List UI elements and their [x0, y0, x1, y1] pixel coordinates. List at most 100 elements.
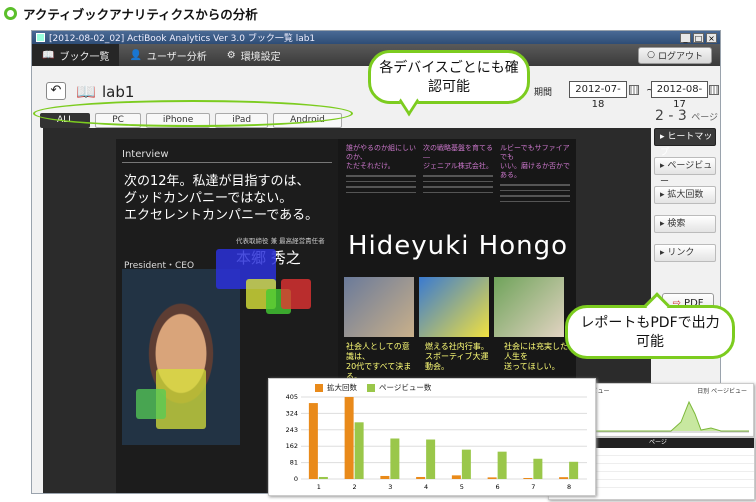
x-tick-label: 6 [496, 483, 500, 491]
heading-text: アクティブックアナリティクスからの分析 [23, 7, 258, 22]
x-tick-label: 1 [317, 483, 321, 491]
bar-zoom [416, 476, 426, 479]
bar-zoom [344, 397, 354, 479]
device-callout: 各デバイスごとにも確 認可能 [368, 50, 530, 104]
pdf-callout: レポートもPDFで出力 可能 [565, 305, 735, 359]
bar-pageview [318, 476, 328, 479]
button-label: リンク [667, 248, 695, 258]
bar-pageview [390, 438, 400, 479]
callout-text: レポートもPDFで出力 可能 [580, 315, 720, 350]
app-icon [36, 33, 45, 42]
tabs-highlight [33, 100, 353, 127]
bar-pageview [569, 461, 579, 479]
x-tick-label: 3 [388, 483, 392, 491]
close-button[interactable]: × [706, 32, 717, 43]
analysis-menu: ▸ ヒートマップ ▸ ページビュー ▸ 拡大回数 ▸ 検索 ▸ リンク [654, 128, 716, 273]
bar-pageview [533, 458, 543, 479]
article-columns: 誰がやるのか組にしいのか、 ただそれだけ。 次の戦略基盤を育てる― ジェニアル株… [346, 144, 571, 224]
user-icon: 👤 [129, 49, 142, 61]
bar-zoom [523, 477, 533, 479]
button-label: 拡大回数 [667, 190, 704, 200]
menu-item-book-list[interactable]: 📖 ブック一覧 [32, 44, 120, 66]
book-icon: 📖 [42, 49, 55, 61]
x-tick-label: 4 [424, 483, 428, 491]
bar-zoom [559, 477, 569, 479]
role-text: 代表取締役 兼 最高経営責任者 [236, 237, 325, 245]
logout-icon: ○ [647, 50, 655, 60]
minimize-button[interactable]: _ [680, 32, 691, 43]
page-unit: ページ [691, 113, 719, 123]
pageview-button[interactable]: ▸ ページビュー [654, 157, 716, 187]
y-tick-label: 162 [286, 442, 298, 450]
menu-item-user-analysis[interactable]: 👤 ユーザー分析 [119, 44, 216, 66]
x-tick-label: 7 [531, 483, 535, 491]
gear-icon: ⚙ [226, 49, 236, 61]
column-heading: 誰がやるのか組にしいのか、 ただそれだけ。 [346, 144, 416, 170]
bar-pageview [497, 451, 507, 479]
bar-zoom [487, 477, 497, 479]
button-label: ヒートマップ [660, 132, 713, 158]
photo [344, 277, 414, 337]
logout-label: ログアウト [657, 51, 703, 62]
heatmap-spot [136, 389, 166, 419]
open-book-icon: 📖 [76, 82, 96, 101]
caption: 社会人としての意識は、 20代ですべて決まる。 [346, 342, 412, 381]
calendar-icon[interactable] [629, 85, 639, 95]
menu-item-settings[interactable]: ⚙ 環境設定 [217, 44, 291, 66]
end-date-field[interactable]: 2012-08-17 [651, 81, 708, 110]
start-date-field[interactable]: 2012-07-18 [569, 81, 627, 110]
button-label: ページビュー [660, 161, 713, 187]
name-english: Hideyuki Hongo [348, 231, 569, 261]
caption: 社会には充実した人生を 送ってほしい。 [504, 342, 568, 371]
menu-item-label: 環境設定 [240, 51, 281, 63]
column: 誰がやるのか組にしいのか、 ただそれだけ。 [346, 144, 416, 193]
bar-pageview [426, 439, 436, 479]
y-tick-label: 81 [290, 459, 298, 467]
photo [419, 277, 489, 337]
search-button[interactable]: ▸ 検索 [654, 215, 716, 233]
calendar-icon[interactable] [709, 85, 719, 95]
x-tick-label: 2 [353, 483, 357, 491]
photo [494, 277, 564, 337]
menu-item-label: ブック一覧 [59, 51, 110, 63]
bullet-icon [4, 7, 17, 20]
page-indicator: 2 - 3 ページ [655, 108, 718, 124]
section-heading: アクティブックアナリティクスからの分析 [4, 4, 258, 23]
bar-zoom [451, 475, 461, 479]
period-label: 期間 [534, 88, 553, 98]
caption: 燃える社内行事。 スポーティブ大運動会。 [425, 342, 489, 371]
column: 次の戦略基盤を育てる― ジェニアル株式会社。 [423, 144, 493, 193]
heatmap-button[interactable]: ▸ ヒートマップ [654, 128, 716, 158]
x-tick-label: 5 [460, 483, 464, 491]
bar-pageview [354, 422, 364, 479]
x-tick-label: 8 [567, 483, 571, 491]
photo-captions: 社会人としての意識は、 20代ですべて決まる。 燃える社内行事。 スポーティブ大… [346, 342, 574, 382]
heatmap-spot [281, 279, 311, 309]
column: ルビーでもサファイアでも いい。磨けるか否かである。 [500, 144, 570, 202]
quote-text: 次の12年。私達が目指すのは、 グッドカンパニーではない。 エクセレントカンパニ… [124, 174, 319, 223]
column-heading: 次の戦略基盤を育てる― ジェニアル株式会社。 [423, 144, 493, 170]
section-label: Interview [122, 149, 332, 163]
column-heading: ルビーでもサファイアでも いい。磨けるか否かである。 [500, 144, 570, 179]
y-tick-label: 243 [286, 426, 298, 434]
y-tick-label: 405 [286, 393, 298, 401]
book-title: lab1 [102, 83, 135, 101]
bar-chart-card: 拡大回数 ページビュー数 405 324 243 162 81 0 1 2 3 4 5 6 7 8 [268, 378, 596, 496]
zoom-count-button[interactable]: ▸ 拡大回数 [654, 186, 716, 204]
menu-item-label: ユーザー分析 [146, 51, 207, 63]
logout-button[interactable]: ○ ログアウト [638, 46, 712, 64]
bar-zoom [380, 475, 390, 479]
back-button[interactable]: ↶ [46, 82, 66, 100]
link-button[interactable]: ▸ リンク [654, 244, 716, 262]
y-tick-label: 0 [294, 475, 298, 483]
bar-zoom [308, 403, 318, 479]
bar-chart: 405 324 243 162 81 0 1 2 3 4 5 6 7 8 [286, 393, 587, 491]
maximize-button[interactable]: □ [693, 32, 704, 43]
photo-row [344, 277, 564, 337]
y-tick-label: 324 [286, 409, 298, 417]
title-bar: [2012-08-02_02] ActiBook Analytics Ver 3… [32, 31, 720, 44]
page-range: 2 - 3 [655, 108, 687, 124]
bar-pageview [461, 449, 471, 479]
button-label: 検索 [667, 219, 686, 229]
callout-text: 各デバイスごとにも確 認可能 [379, 60, 519, 95]
